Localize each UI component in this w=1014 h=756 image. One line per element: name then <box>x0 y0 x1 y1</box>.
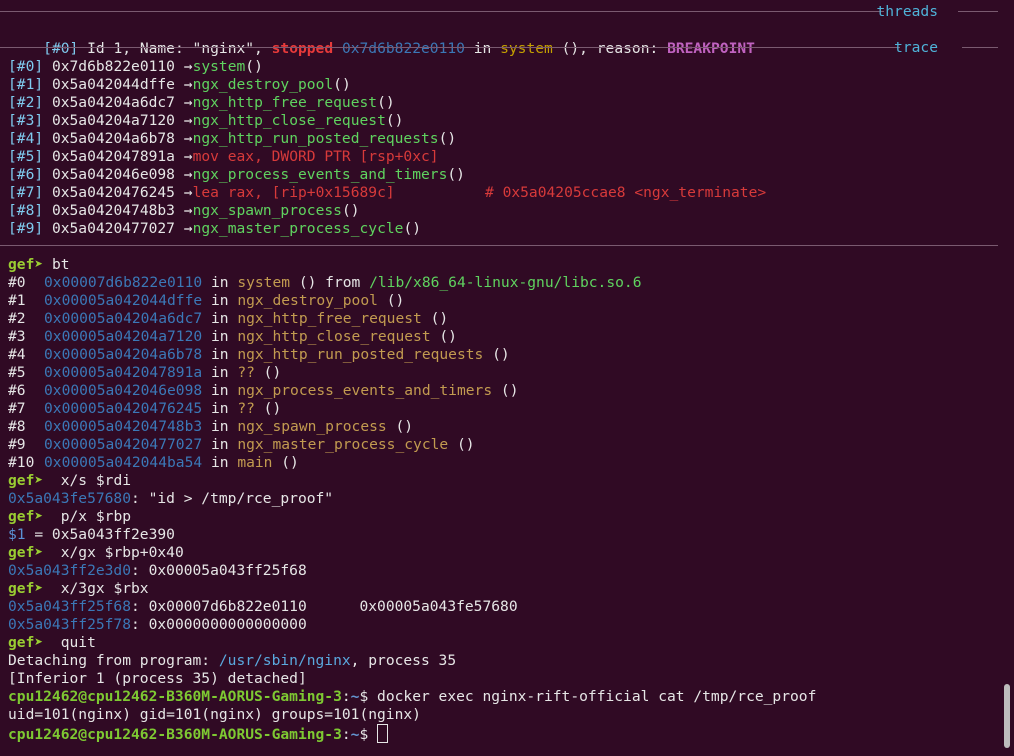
trace-frame: [#8] 0x5a04204748b3 →ngx_spawn_process() <box>8 202 360 219</box>
trace-frame: [#0] 0x7d6b822e0110 →system() <box>8 58 263 75</box>
scrollbar[interactable] <box>1004 684 1010 748</box>
backtrace-frame: #8 0x00005a04204748b3 in ngx_spawn_proces… <box>8 418 414 435</box>
arrow-icon: → <box>183 112 193 129</box>
separator <box>0 11 884 12</box>
px-output: $1 = 0x5a043ff2e390 <box>8 526 175 543</box>
backtrace-frame: #10 0x00005a042044ba54 in main () <box>8 454 299 471</box>
separator <box>0 47 900 48</box>
xgx-command: gef➤ x/gx $rbp+0x40 <box>8 544 184 561</box>
thread-line: [#0] Id 1, Name: "nginx", stopped 0x7d6b… <box>43 40 755 57</box>
detach-message: Detaching from program: /usr/sbin/nginx,… <box>8 652 457 669</box>
arrow-icon: → <box>183 148 193 165</box>
trace-frame: [#3] 0x5a04204a7120 →ngx_http_close_requ… <box>8 112 404 129</box>
backtrace-frame: #1 0x00005a042044dffe in ngx_destroy_pool… <box>8 292 405 309</box>
backtrace-frame: #9 0x00005a0420477027 in ngx_master_proce… <box>8 436 475 453</box>
threads-section-label: threads <box>876 3 938 20</box>
arrow-icon: → <box>183 76 193 93</box>
x3gx-output-row: 0x5a043ff25f78: 0x0000000000000000 <box>8 616 307 633</box>
arrow-icon: → <box>183 166 193 183</box>
backtrace-frame: #0 0x00007d6b822e0110 in system () from /… <box>8 274 642 291</box>
arrow-icon: → <box>183 220 193 237</box>
arrow-icon: → <box>183 202 193 219</box>
shell-prompt-line[interactable]: cpu12462@cpu12462-B360M-AORUS-Gaming-3:~… <box>8 724 389 743</box>
arrow-icon: → <box>183 94 193 111</box>
rce-output: uid=101(nginx) gid=101(nginx) groups=101… <box>8 706 421 723</box>
trace-section-label: trace <box>894 39 938 56</box>
trace-frame: [#4] 0x5a04204a6b78 →ngx_http_run_posted… <box>8 130 457 147</box>
separator <box>0 245 998 246</box>
px-command: gef➤ p/x $rbp <box>8 508 132 525</box>
arrow-icon: → <box>183 184 193 201</box>
arrow-icon: → <box>183 130 193 147</box>
backtrace-frame: #3 0x00005a04204a7120 in ngx_http_close_r… <box>8 328 457 345</box>
terminal-window[interactable]: threads [#0] Id 1, Name: "nginx", stoppe… <box>0 0 1000 756</box>
xgx-output: 0x5a043ff2e3d0: 0x00005a043ff25f68 <box>8 562 307 579</box>
x3gx-command: gef➤ x/3gx $rbx <box>8 580 149 597</box>
separator <box>958 11 998 12</box>
backtrace-frame: #5 0x00005a042047891a in ?? () <box>8 364 282 381</box>
shell-prompt-line: cpu12462@cpu12462-B360M-AORUS-Gaming-3:~… <box>8 688 817 705</box>
xs-output: 0x5a043fe57680: "id > /tmp/rce_proof" <box>8 490 334 507</box>
x3gx-output-row: 0x5a043ff25f68: 0x00007d6b822e0110 0x000… <box>8 598 518 615</box>
trace-frame: [#1] 0x5a042044dffe →ngx_destroy_pool() <box>8 76 351 93</box>
trace-frame: [#9] 0x5a0420477027 →ngx_master_process_… <box>8 220 422 237</box>
backtrace-frame: #4 0x00005a04204a6b78 in ngx_http_run_pos… <box>8 346 510 363</box>
quit-command: gef➤ quit <box>8 634 96 651</box>
arrow-icon: → <box>183 58 193 75</box>
inferior-message: [Inferior 1 (process 35) detached] <box>8 670 307 687</box>
backtrace-frame: #2 0x00005a04204a6dc7 in ngx_http_free_re… <box>8 310 449 327</box>
trace-frame: [#6] 0x5a042046e098 →ngx_process_events_… <box>8 166 465 183</box>
separator <box>962 47 998 48</box>
trace-frame: [#5] 0x5a042047891a →mov eax, DWORD PTR … <box>8 148 439 165</box>
backtrace-frame: #6 0x00005a042046e098 in ngx_process_even… <box>8 382 519 399</box>
text-cursor <box>377 724 389 743</box>
xs-command: gef➤ x/s $rdi <box>8 472 132 489</box>
bt-command: gef➤ bt <box>8 256 70 273</box>
trace-frame: [#7] 0x5a0420476245 →lea rax, [rip+0x156… <box>8 184 767 201</box>
trace-frame: [#2] 0x5a04204a6dc7 →ngx_http_free_reque… <box>8 94 395 111</box>
backtrace-frame: #7 0x00005a0420476245 in ?? () <box>8 400 282 417</box>
